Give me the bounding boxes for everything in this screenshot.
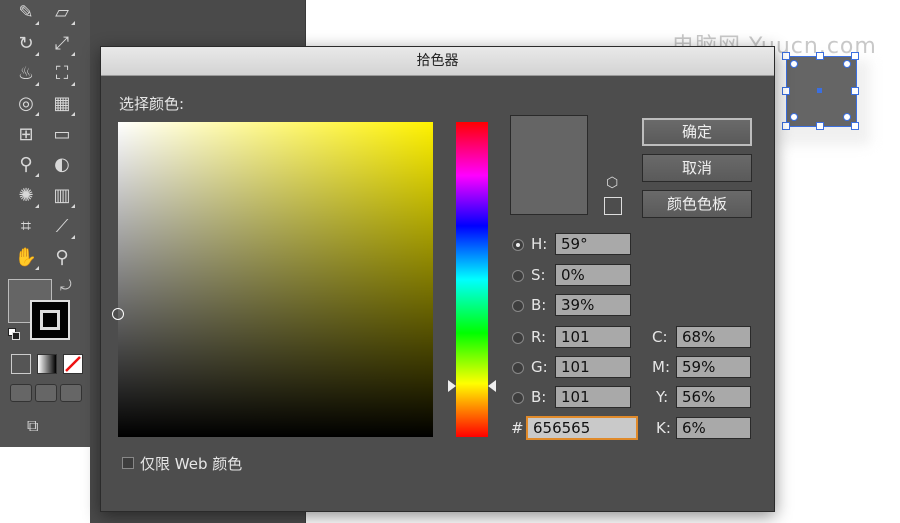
- websafe-swatch-icon[interactable]: [604, 197, 622, 215]
- draw-normal-button[interactable]: [10, 384, 32, 402]
- hue-slider-arrow-right[interactable]: [488, 380, 496, 392]
- column-graph-icon[interactable]: ▥: [48, 183, 76, 209]
- center-point: [817, 88, 822, 93]
- select-color-label: 选择颜色:: [119, 95, 185, 113]
- corner-widget-bl[interactable]: [790, 113, 798, 121]
- shape-builder-icon[interactable]: ◎: [12, 91, 40, 117]
- eyedropper-icon[interactable]: ⚲: [12, 152, 40, 178]
- corner-widget-tr[interactable]: [843, 60, 851, 68]
- saturation-input[interactable]: 0%: [555, 264, 631, 286]
- radio-green[interactable]: [512, 362, 524, 374]
- blue-input[interactable]: 101: [555, 386, 631, 408]
- zoom-icon[interactable]: ⚲: [48, 245, 76, 271]
- canvas-area-strip: [0, 447, 90, 523]
- hue-slider[interactable]: [456, 122, 488, 437]
- blue-label: B:: [531, 388, 547, 406]
- handle-bottom-middle[interactable]: [816, 122, 824, 130]
- cyan-input[interactable]: 68%: [676, 326, 751, 348]
- handle-middle-right[interactable]: [851, 87, 859, 95]
- green-input[interactable]: 101: [555, 356, 631, 378]
- mesh-icon[interactable]: ⊞: [12, 122, 40, 148]
- rotate-icon[interactable]: ↻: [12, 31, 40, 57]
- symbol-sprayer-icon[interactable]: ✺: [12, 183, 40, 209]
- color-field[interactable]: [112, 122, 433, 437]
- blend-icon[interactable]: ◐: [48, 152, 76, 178]
- brightness-input[interactable]: 39%: [555, 294, 631, 316]
- black-label: K:: [656, 419, 671, 437]
- gradient-mode-button[interactable]: [37, 354, 57, 374]
- radio-brightness[interactable]: [512, 300, 524, 312]
- color-field-marker[interactable]: [112, 308, 124, 320]
- artboard-icon[interactable]: ⌗: [12, 214, 40, 240]
- eraser-icon[interactable]: ▱: [48, 0, 76, 26]
- scale-icon[interactable]: ⤢: [48, 31, 76, 57]
- yellow-input[interactable]: 56%: [676, 386, 751, 408]
- draw-behind-button[interactable]: [35, 384, 57, 402]
- handle-top-right[interactable]: [851, 52, 859, 60]
- dialog-title[interactable]: 拾色器: [101, 47, 774, 76]
- stroke-color-swatch[interactable]: [30, 300, 70, 340]
- gradient-icon[interactable]: ▭: [48, 122, 76, 148]
- handle-bottom-left[interactable]: [782, 122, 790, 130]
- yellow-label: Y:: [656, 388, 669, 406]
- corner-widget-tl[interactable]: [790, 60, 798, 68]
- red-label: R:: [531, 328, 547, 346]
- handle-top-middle[interactable]: [816, 52, 824, 60]
- corner-widget-br[interactable]: [843, 113, 851, 121]
- magenta-input[interactable]: 59%: [676, 356, 751, 378]
- hex-label: #: [511, 419, 524, 437]
- free-transform-icon[interactable]: ⛶: [48, 61, 76, 87]
- perspective-grid-icon[interactable]: ▦: [48, 91, 76, 117]
- radio-blue[interactable]: [512, 392, 524, 404]
- color-picker-dialog: 拾色器 选择颜色: ⬡ 确定 取消 颜色色板 H: 59° S: 0% B: 3…: [100, 46, 775, 512]
- web-only-checkbox[interactable]: [122, 457, 134, 469]
- cancel-button[interactable]: 取消: [642, 154, 752, 182]
- default-colors-icon[interactable]: [8, 328, 20, 340]
- black-input[interactable]: 6%: [676, 417, 751, 439]
- magenta-label: M:: [652, 358, 670, 376]
- hue-slider-arrow-left[interactable]: [448, 380, 456, 392]
- color-preview: [510, 115, 588, 215]
- none-mode-button[interactable]: [63, 354, 83, 374]
- none-slash-icon: [65, 356, 81, 372]
- draw-inside-button[interactable]: [60, 384, 82, 402]
- cyan-label: C:: [652, 328, 668, 346]
- hue-label: H:: [531, 235, 548, 253]
- slice-icon[interactable]: ⟋: [48, 214, 76, 240]
- green-label: G:: [531, 358, 548, 376]
- saturation-label: S:: [531, 266, 546, 284]
- tools-panel: ✎ ▱ ↻ ⤢ ♨ ⛶ ◎ ▦ ⊞ ▭ ⚲ ◐ ✺ ▥ ⌗ ⟋ ✋ ⚲ ⤾ ⧉: [0, 0, 91, 523]
- radio-saturation[interactable]: [512, 270, 524, 282]
- hue-input[interactable]: 59°: [555, 233, 631, 255]
- swatches-button[interactable]: 颜色色板: [642, 190, 752, 218]
- handle-bottom-right[interactable]: [851, 122, 859, 130]
- hex-input[interactable]: 656565: [527, 417, 637, 439]
- color-mode-button[interactable]: [11, 354, 31, 374]
- ok-button[interactable]: 确定: [642, 118, 752, 146]
- red-input[interactable]: 101: [555, 326, 631, 348]
- paint-brush-icon[interactable]: ✎: [12, 0, 40, 26]
- out-of-gamut-cube-icon[interactable]: ⬡: [606, 175, 618, 191]
- swap-fill-stroke-icon[interactable]: ⤾: [60, 278, 72, 294]
- radio-red[interactable]: [512, 332, 524, 344]
- warp-icon[interactable]: ♨: [12, 61, 40, 87]
- radio-hue[interactable]: [512, 239, 524, 251]
- handle-top-left[interactable]: [782, 52, 790, 60]
- hand-icon[interactable]: ✋: [12, 245, 40, 271]
- brightness-label: B:: [531, 296, 547, 314]
- handle-middle-left[interactable]: [782, 87, 790, 95]
- web-only-label: 仅限 Web 颜色: [140, 455, 243, 473]
- screen-mode-icon[interactable]: ⧉: [27, 416, 57, 438]
